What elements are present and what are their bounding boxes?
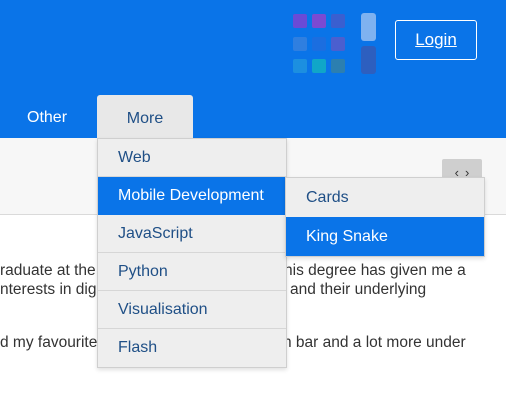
site-header: Login <box>0 0 506 94</box>
logo-tile <box>312 59 326 73</box>
logo-tile <box>293 59 307 73</box>
text-line: raduate at the <box>0 262 96 279</box>
nav-item-other[interactable]: Other <box>27 94 67 138</box>
text-line: d my favourite <box>0 334 98 351</box>
logo-tile <box>293 37 307 51</box>
nav-item-more[interactable]: More <box>97 95 193 138</box>
main-navbar: Other More <box>0 94 506 138</box>
menu-item-flash[interactable]: Flash <box>98 329 286 367</box>
logo-bar <box>361 13 376 41</box>
logo-tile <box>331 14 345 28</box>
logo-tile <box>331 59 345 73</box>
more-dropdown-menu: Web Mobile Development JavaScript Python… <box>97 138 287 368</box>
menu-item-javascript[interactable]: JavaScript <box>98 215 286 253</box>
text-line: his degree has given me a <box>284 262 466 279</box>
text-line: n bar and a lot more under <box>283 334 466 351</box>
menu-item-python[interactable]: Python <box>98 253 286 291</box>
logo-tile <box>312 37 326 51</box>
submenu-item-cards[interactable]: Cards <box>286 178 484 217</box>
login-button[interactable]: Login <box>395 20 477 60</box>
mobile-development-submenu: Cards King Snake <box>285 177 485 257</box>
logo-tile <box>312 14 326 28</box>
menu-item-web[interactable]: Web <box>98 139 286 177</box>
menu-item-mobile-development[interactable]: Mobile Development <box>98 177 286 215</box>
menu-item-visualisation[interactable]: Visualisation <box>98 291 286 329</box>
submenu-item-king-snake[interactable]: King Snake <box>286 217 484 256</box>
text-line: nterests in dig <box>0 281 97 298</box>
text-line: and their underlying <box>290 281 427 298</box>
logo-tile <box>331 37 345 51</box>
logo-tile <box>293 14 307 28</box>
logo-bar <box>361 46 376 74</box>
